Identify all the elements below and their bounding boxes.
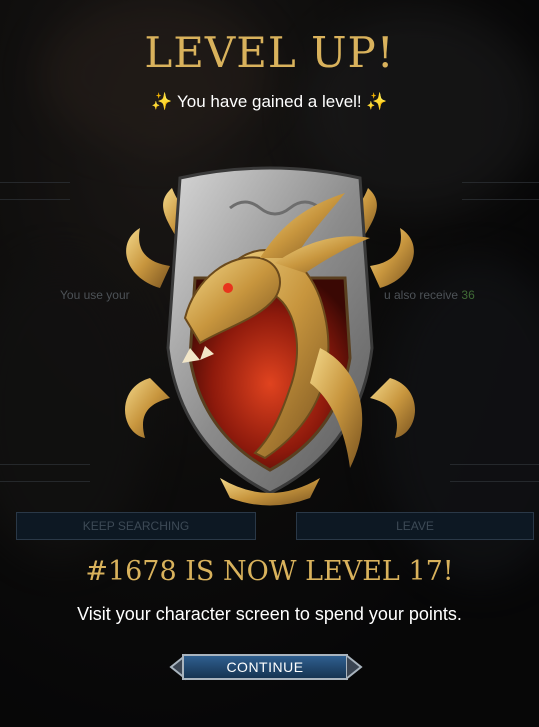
- level-up-subtitle: ✨ You have gained a level! ✨: [0, 92, 539, 112]
- sparkles-icon: ✨: [151, 92, 173, 111]
- instruction-text: Visit your character screen to spend you…: [77, 604, 462, 624]
- ornament-divider: [450, 464, 539, 482]
- subtitle-text: You have gained a level!: [177, 92, 362, 111]
- level-message: #1678 IS NOW LEVEL 17!: [85, 556, 454, 587]
- dragon-crest-icon: [125, 166, 415, 506]
- level-up-screen: You use your u also receive 36 KEEP SEAR…: [0, 0, 539, 727]
- ornament-divider: [462, 182, 539, 200]
- ornament-divider: [0, 464, 90, 482]
- background-text-right-number: 36: [461, 288, 475, 302]
- sparkles-icon: ✨: [366, 92, 388, 111]
- keep-searching-button: KEEP SEARCHING: [16, 512, 256, 540]
- ornament-divider: [0, 182, 70, 200]
- diamond-cap-icon: [346, 653, 363, 681]
- leave-button: LEAVE: [296, 512, 534, 540]
- level-up-title: LEVEL UP!: [144, 28, 395, 77]
- continue-button-frame: CONTINUE: [168, 650, 364, 684]
- continue-button[interactable]: CONTINUE: [182, 654, 348, 680]
